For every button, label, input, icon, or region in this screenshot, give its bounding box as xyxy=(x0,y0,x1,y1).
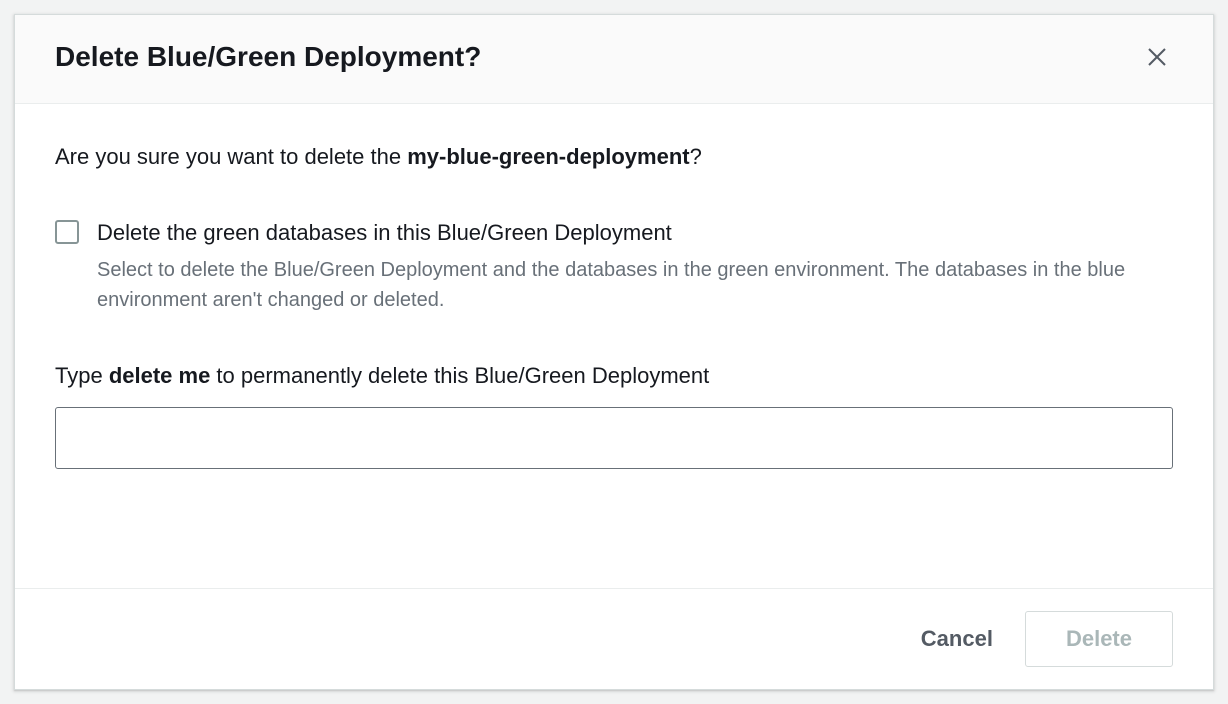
delete-deployment-modal: Delete Blue/Green Deployment? Are you su… xyxy=(14,14,1214,690)
modal-header: Delete Blue/Green Deployment? xyxy=(15,15,1213,104)
close-icon xyxy=(1145,45,1169,69)
confirm-suffix: ? xyxy=(690,144,702,169)
checkbox-label: Delete the green databases in this Blue/… xyxy=(97,218,1173,249)
checkbox-description: Select to delete the Blue/Green Deployme… xyxy=(97,255,1173,315)
input-label-bold: delete me xyxy=(109,363,211,388)
deployment-name: my-blue-green-deployment xyxy=(407,144,689,169)
modal-body: Are you sure you want to delete the my-b… xyxy=(15,104,1213,588)
modal-title: Delete Blue/Green Deployment? xyxy=(55,41,481,73)
modal-footer: Cancel Delete xyxy=(15,588,1213,689)
confirm-input-label: Type delete me to permanently delete thi… xyxy=(55,363,1173,389)
close-button[interactable] xyxy=(1141,41,1173,73)
delete-green-checkbox[interactable] xyxy=(55,220,79,244)
delete-green-checkbox-row: Delete the green databases in this Blue/… xyxy=(55,218,1173,315)
confirm-message: Are you sure you want to delete the my-b… xyxy=(55,144,1173,170)
input-label-suffix: to permanently delete this Blue/Green De… xyxy=(210,363,709,388)
checkbox-text-block: Delete the green databases in this Blue/… xyxy=(97,218,1173,315)
cancel-button[interactable]: Cancel xyxy=(917,618,997,660)
confirm-prefix: Are you sure you want to delete the xyxy=(55,144,407,169)
confirm-delete-input[interactable] xyxy=(55,407,1173,469)
input-label-prefix: Type xyxy=(55,363,109,388)
delete-button[interactable]: Delete xyxy=(1025,611,1173,667)
